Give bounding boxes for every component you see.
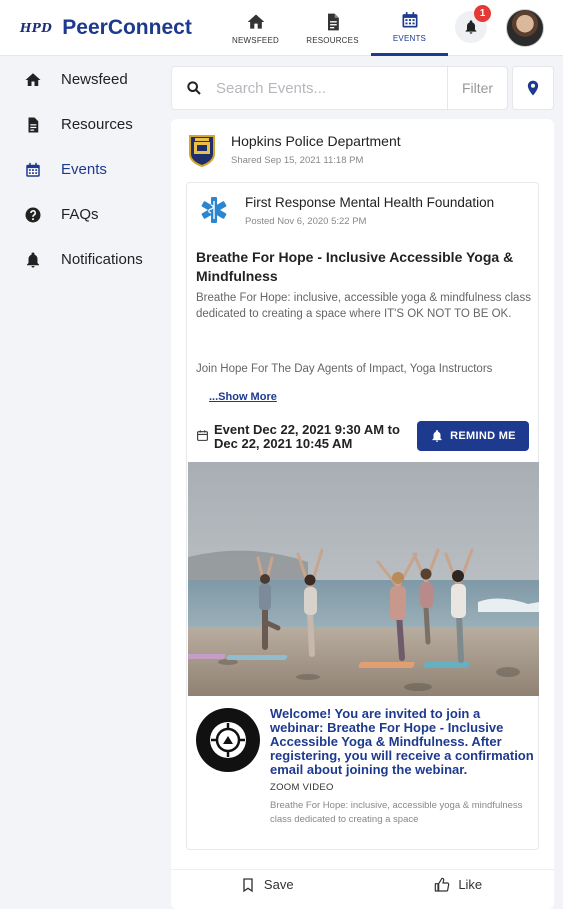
tab-resources-label: RESOURCES — [306, 35, 359, 45]
like-label: Like — [458, 877, 483, 892]
event-organizer: First Response Mental Health Foundation … — [199, 195, 494, 227]
top-nav: NEWSFEED RESOURCES EVENTS — [217, 0, 448, 56]
shared-date: Shared Sep 15, 2021 11:18 PM — [231, 155, 364, 166]
calendar-icon — [26, 162, 40, 177]
police-badge-logo — [189, 135, 215, 167]
organizer-name[interactable]: First Response Mental Health Foundation — [245, 195, 494, 210]
save-label: Save — [263, 877, 294, 892]
sidebar-item-label: Notifications — [61, 251, 143, 268]
search-icon — [187, 81, 201, 95]
hope-for-the-day-logo — [196, 708, 260, 772]
post-sharer: Hopkins Police Department Shared Sep 15,… — [187, 133, 401, 167]
remind-me-label: REMIND ME — [450, 430, 516, 442]
hpd-logo-text: HPD — [20, 20, 53, 35]
bell-icon — [27, 252, 39, 267]
sharer-name[interactable]: Hopkins Police Department — [231, 133, 401, 149]
webinar-description: Breathe For Hope: inclusive, accessible … — [270, 800, 523, 825]
sidebar: Newsfeed Resources Events FAQs Notificat… — [0, 57, 170, 282]
tab-newsfeed-label: NEWSFEED — [232, 35, 279, 45]
shared-event: First Response Mental Health Foundation … — [186, 182, 539, 850]
tab-events-label: EVENTS — [392, 34, 427, 43]
webinar-invite-text[interactable]: Welcome! You are invited to join a webin… — [270, 707, 535, 777]
document-icon — [28, 117, 39, 132]
event-date: Event Dec 22, 2021 9:30 AM to Dec 22, 20… — [196, 423, 424, 451]
event-post-card: Hopkins Police Department Shared Sep 15,… — [171, 119, 554, 909]
event-photo — [188, 462, 539, 696]
calendar-icon — [197, 430, 208, 441]
sidebar-item-newsfeed[interactable]: Newsfeed — [0, 57, 170, 102]
app-logo[interactable]: HPD PeerConnect — [20, 16, 192, 40]
event-title: Breathe For Hope - Inclusive Accessible … — [196, 249, 514, 284]
user-avatar[interactable] — [506, 9, 544, 47]
calendar-icon — [402, 12, 417, 28]
location-pin-icon — [527, 80, 539, 96]
location-button[interactable] — [512, 66, 554, 110]
home-icon — [25, 72, 41, 86]
event-description: Breathe For Hope: inclusive, accessible … — [196, 292, 531, 320]
search-bar: Filter — [171, 66, 508, 110]
notification-count-badge: 1 — [474, 5, 491, 22]
thumbs-up-icon — [435, 877, 450, 892]
sidebar-item-label: Events — [61, 161, 107, 178]
post-actions: Save Like — [171, 869, 554, 899]
bell-icon — [432, 430, 442, 442]
sidebar-item-resources[interactable]: Resources — [0, 102, 170, 147]
tab-newsfeed[interactable]: NEWSFEED — [217, 0, 294, 56]
sidebar-item-notifications[interactable]: Notifications — [0, 237, 170, 282]
tab-resources[interactable]: RESOURCES — [294, 0, 371, 56]
question-icon — [25, 207, 41, 222]
app-name: PeerConnect — [62, 15, 192, 39]
bookmark-icon — [243, 877, 253, 892]
top-bar: HPD PeerConnect NEWSFEED RESOURCES EVENT… — [0, 0, 563, 56]
search-input[interactable] — [216, 79, 446, 97]
event-date-text: Event Dec 22, 2021 9:30 AM to Dec 22, 20… — [214, 422, 400, 451]
medical-star-logo — [201, 197, 227, 223]
show-more-link[interactable]: ...Show More — [209, 391, 277, 403]
document-icon — [327, 13, 339, 30]
filter-button[interactable]: Filter — [447, 67, 507, 109]
sidebar-item-events[interactable]: Events — [0, 147, 170, 192]
sidebar-item-label: FAQs — [61, 206, 99, 223]
webinar-source: ZOOM VIDEO — [270, 782, 334, 793]
sidebar-item-label: Newsfeed — [61, 71, 128, 88]
like-button[interactable]: Like — [363, 870, 555, 899]
posted-date: Posted Nov 6, 2020 5:22 PM — [245, 216, 367, 227]
tab-events[interactable]: EVENTS — [371, 0, 448, 56]
event-description-continued: Join Hope For The Day Agents of Impact, … — [196, 363, 493, 375]
home-icon — [247, 14, 264, 29]
sidebar-item-label: Resources — [61, 116, 133, 133]
save-button[interactable]: Save — [171, 870, 363, 899]
sidebar-item-faqs[interactable]: FAQs — [0, 192, 170, 237]
remind-me-button[interactable]: REMIND ME — [417, 421, 529, 451]
bell-icon — [465, 20, 477, 34]
